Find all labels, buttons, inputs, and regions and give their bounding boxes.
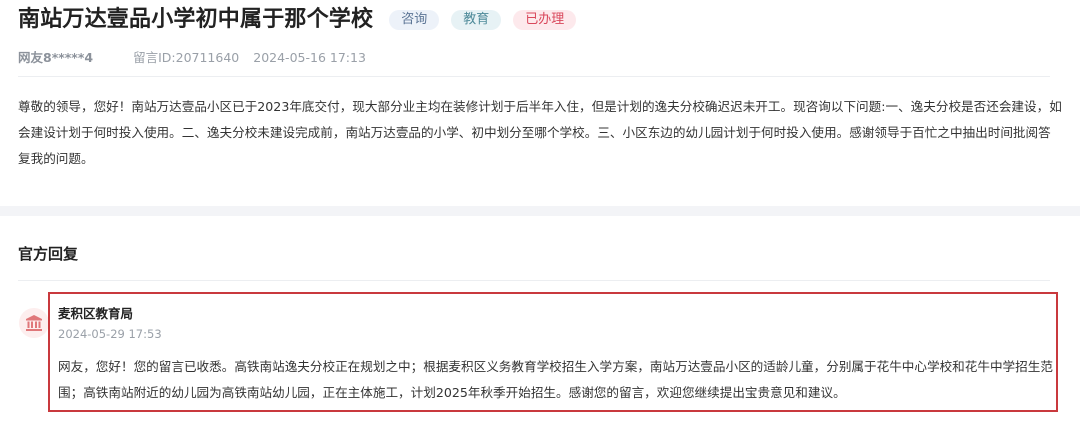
tag-education[interactable]: 教育 bbox=[451, 10, 502, 30]
section-title: 官方回复 bbox=[18, 245, 79, 263]
question-body: 尊敬的领导，您好！南站万达壹品小区已于2023年底交付，现大部分业主均在装修计划… bbox=[18, 99, 1062, 166]
question-meta: 网友8*****4 留言ID:20711640 2024-05-16 17:13 bbox=[18, 50, 366, 66]
page-title: 南站万达壹品小学初中属于那个学校 bbox=[18, 7, 374, 32]
title-row: 南站万达壹品小学初中属于那个学校 咨询 教育 已办理 bbox=[18, 6, 577, 34]
reply-body: 网友，您好！您的留言已收悉。高铁南站逸夫分校正在规划之中；根据麦积区义务教育学校… bbox=[58, 359, 1053, 400]
author-name: 网友8*****4 bbox=[18, 50, 94, 65]
government-building-icon bbox=[19, 308, 49, 338]
divider bbox=[18, 76, 1050, 77]
status-badge: 已办理 bbox=[513, 10, 577, 30]
question-card: 南站万达壹品小学初中属于那个学校 咨询 教育 已办理 网友8*****4 留言I… bbox=[0, 0, 1080, 206]
message-id: 留言ID:20711640 bbox=[133, 50, 240, 65]
reply-datetime: 2024-05-29 17:53 bbox=[58, 327, 162, 341]
reply-content-box: 麦积区教育局 2024-05-29 17:53 网友，您好！您的留言已收悉。高铁… bbox=[48, 292, 1058, 412]
official-reply-card: 官方回复 麦积区教育局 2024-05-29 17:53 网友，您好！您的留言已… bbox=[0, 216, 1080, 436]
reply-org-name: 麦积区教育局 bbox=[58, 306, 134, 321]
divider bbox=[18, 280, 1050, 281]
post-datetime: 2024-05-16 17:13 bbox=[253, 50, 366, 65]
tag-consult[interactable]: 咨询 bbox=[389, 10, 440, 30]
